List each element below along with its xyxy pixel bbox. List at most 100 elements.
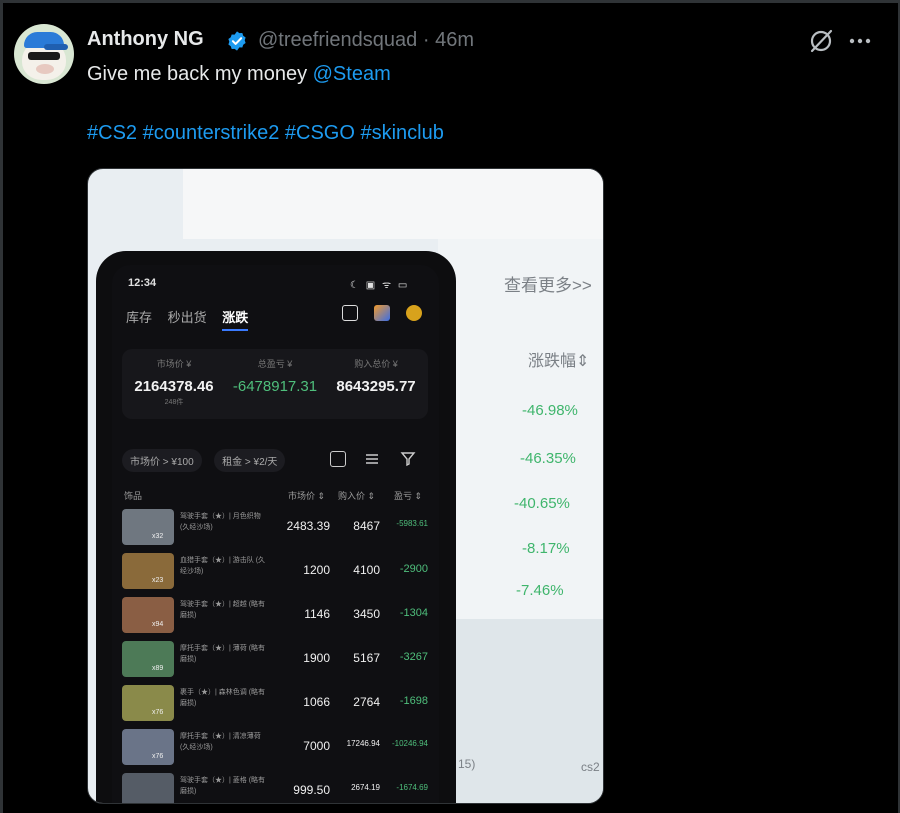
item-buy-price: 8467 [353,519,380,533]
buy-label: 购入总价 ¥ [354,359,398,369]
item-count: x32 [152,533,164,540]
tab-quick-sell[interactable]: 秒出货 [168,310,207,325]
app-icon-1[interactable] [342,305,358,321]
filter-icon[interactable] [400,451,416,467]
tweet-media-image[interactable]: 查看更多>> 涨跌幅⇕ -46.98% -46.35% -40.65% -8.1… [87,168,604,804]
tweet-text: Give me back my money @Steam [87,62,391,86]
tab-price-change[interactable]: 涨跌 [222,310,249,331]
item-market-price: 2483.39 [286,519,330,533]
author-name[interactable]: Anthony NG [87,28,204,51]
item-count: x94 [152,621,164,628]
background-monitor [183,169,603,239]
background-column-header: 涨跌幅⇕ [528,353,590,370]
status-icons: ☾ ▣ ᯤ ▭ [350,280,410,291]
table-row[interactable]: x89 摩托手套（★）| 薄荷 (略有磨损) 1900 5167 -3267 [122,641,432,681]
background-panel [438,239,603,639]
item-profit-loss: -1674.69 [396,783,428,792]
author-handle[interactable]: @treefriendsquad [258,29,417,51]
item-profit-loss: -3267 [399,651,428,663]
item-market-price: 1066 [303,695,330,709]
pl-value: -6478917.31 [232,378,318,395]
item-thumbnail: x89 [122,641,174,677]
item-buy-price: 2674.19 [351,783,380,792]
item-name: 血猎手套（★）| 游击队 (久经沙场) [180,557,266,575]
table-row[interactable]: x76 裹手（★）| 森林色调 (略有磨损) 1066 2764 -1698 [122,685,432,725]
filter-chips: 市场价 > ¥100 租金 > ¥2/天 [122,449,293,472]
item-name: 驾驶手套（★）| 超越 (略有磨损) [180,601,266,619]
list-icon[interactable] [364,451,380,467]
column-item: 饰品 [124,491,143,501]
item-name: 摩托手套（★）| 清凉薄荷 (久经沙场) [180,733,261,751]
verified-badge-icon[interactable] [226,30,248,52]
tweet-time[interactable]: 46m [435,29,474,51]
market-count: 248件 [164,399,184,406]
buy-summary: 购入总价 ¥ 8643295.77 [326,357,426,395]
item-count: x89 [152,665,164,672]
item-thumbnail: x76 [122,685,174,721]
item-count: x76 [152,753,164,760]
author-handle-and-time[interactable]: @treefriendsquad · 46m [258,29,474,52]
phone-screen: 12:34 ☾ ▣ ᯤ ▭ 库存 秒出货 涨跌 市场价 ¥ 2164378.46… [112,265,439,803]
item-thumbnail: x94 [122,597,174,633]
summary-card: 市场价 ¥ 2164378.46 248件 总盈亏 ¥ -6478917.31 … [122,349,428,419]
background-text: 15) [458,757,476,771]
pl-summary: 总盈亏 ¥ -6478917.31 [225,357,325,395]
background-view-more: 查看更多>> [504,276,592,295]
grok-icon[interactable] [808,28,834,54]
table-row[interactable]: x32 驾驶手套（★）| 月色织物 (久经沙场) 2483.39 8467 -5983.… [122,509,432,549]
table-row[interactable]: x76 摩托手套（★）| 清凉薄荷 (久经沙场) 7000 17246.94 -1024… [122,729,432,769]
frame-border-left [0,0,3,813]
phone-tabs: 库存 秒出货 涨跌 [126,307,260,331]
item-buy-price: 2764 [353,695,380,709]
table-row[interactable]: x94 驾驶手套（★）| 超越 (略有磨损) 1146 3450 -1304 [122,597,432,637]
column-profit-loss[interactable]: 盈亏 ⇕ [394,489,422,502]
table-row[interactable]: x23 血猎手套（★）| 游击队 (久经沙场) 1200 4100 -2900 [122,553,432,593]
item-market-price: 1900 [303,651,330,665]
item-buy-price: 17246.94 [346,739,380,748]
background-percentage: -46.98% [522,402,578,419]
app-icon-2[interactable] [374,305,390,321]
item-market-price: 1146 [304,607,330,621]
item-buy-price: 4100 [353,563,380,577]
background-percentage: -7.46% [516,582,564,599]
market-value: 2164378.46 [134,378,214,395]
item-buy-price: 5167 [353,651,380,665]
background-text: cs2 [581,760,600,774]
background-percentage: -8.17% [522,540,570,557]
layout-icon[interactable] [330,451,346,467]
hashtags-link[interactable]: #CS2 #counterstrike2 #CSGO #skinclub [87,122,444,145]
market-label: 市场价 ¥ [156,359,192,369]
item-market-price: 999.50 [293,783,330,797]
phone: 12:34 ☾ ▣ ᯤ ▭ 库存 秒出货 涨跌 市场价 ¥ 2164378.46… [96,251,456,803]
status-time: 12:34 [128,277,157,289]
column-buy-price[interactable]: 购入价 ⇕ [338,489,375,502]
mention-link[interactable]: @Steam [313,63,391,85]
item-name: 裹手（★）| 森林色调 (略有磨损) [180,689,266,707]
item-buy-price: 3450 [353,607,380,621]
pl-label: 总盈亏 ¥ [257,359,293,369]
more-icon[interactable] [846,28,874,54]
app-icon-3[interactable] [406,305,422,321]
item-profit-loss: -1304 [399,607,428,619]
avatar-glasses [28,52,60,60]
frame-border-top [0,0,900,3]
item-profit-loss: -5983.61 [396,519,428,528]
column-market-price[interactable]: 市场价 ⇕ [288,489,325,502]
filter-chip-rent[interactable]: 租金 > ¥2/天 [214,449,286,472]
item-name: 摩托手套（★）| 薄荷 (略有磨损) [180,645,266,663]
item-count: x23 [152,577,164,584]
item-profit-loss: -1698 [399,695,428,707]
author-avatar[interactable] [14,24,74,84]
item-thumbnail: x76 [122,729,174,765]
meta-separator: · [417,29,436,51]
buy-value: 8643295.77 [336,378,416,395]
avatar-cap-visor [44,44,68,50]
tab-inventory[interactable]: 库存 [126,310,152,325]
item-name: 驾驶手套（★）| 月色织物 (久经沙场) [180,513,261,531]
tweet-body: Give me back my money [87,63,313,85]
item-name: 驾驶手套（★）| 菱格 (略有磨损) [180,777,266,795]
filter-chip-market[interactable]: 市场价 > ¥100 [122,449,202,472]
market-summary: 市场价 ¥ 2164378.46 248件 [124,357,224,407]
item-thumbnail: x32 [122,509,174,545]
table-row[interactable]: 驾驶手套（★）| 菱格 (略有磨损) 999.50 2674.19 -1674.69 [122,773,432,803]
